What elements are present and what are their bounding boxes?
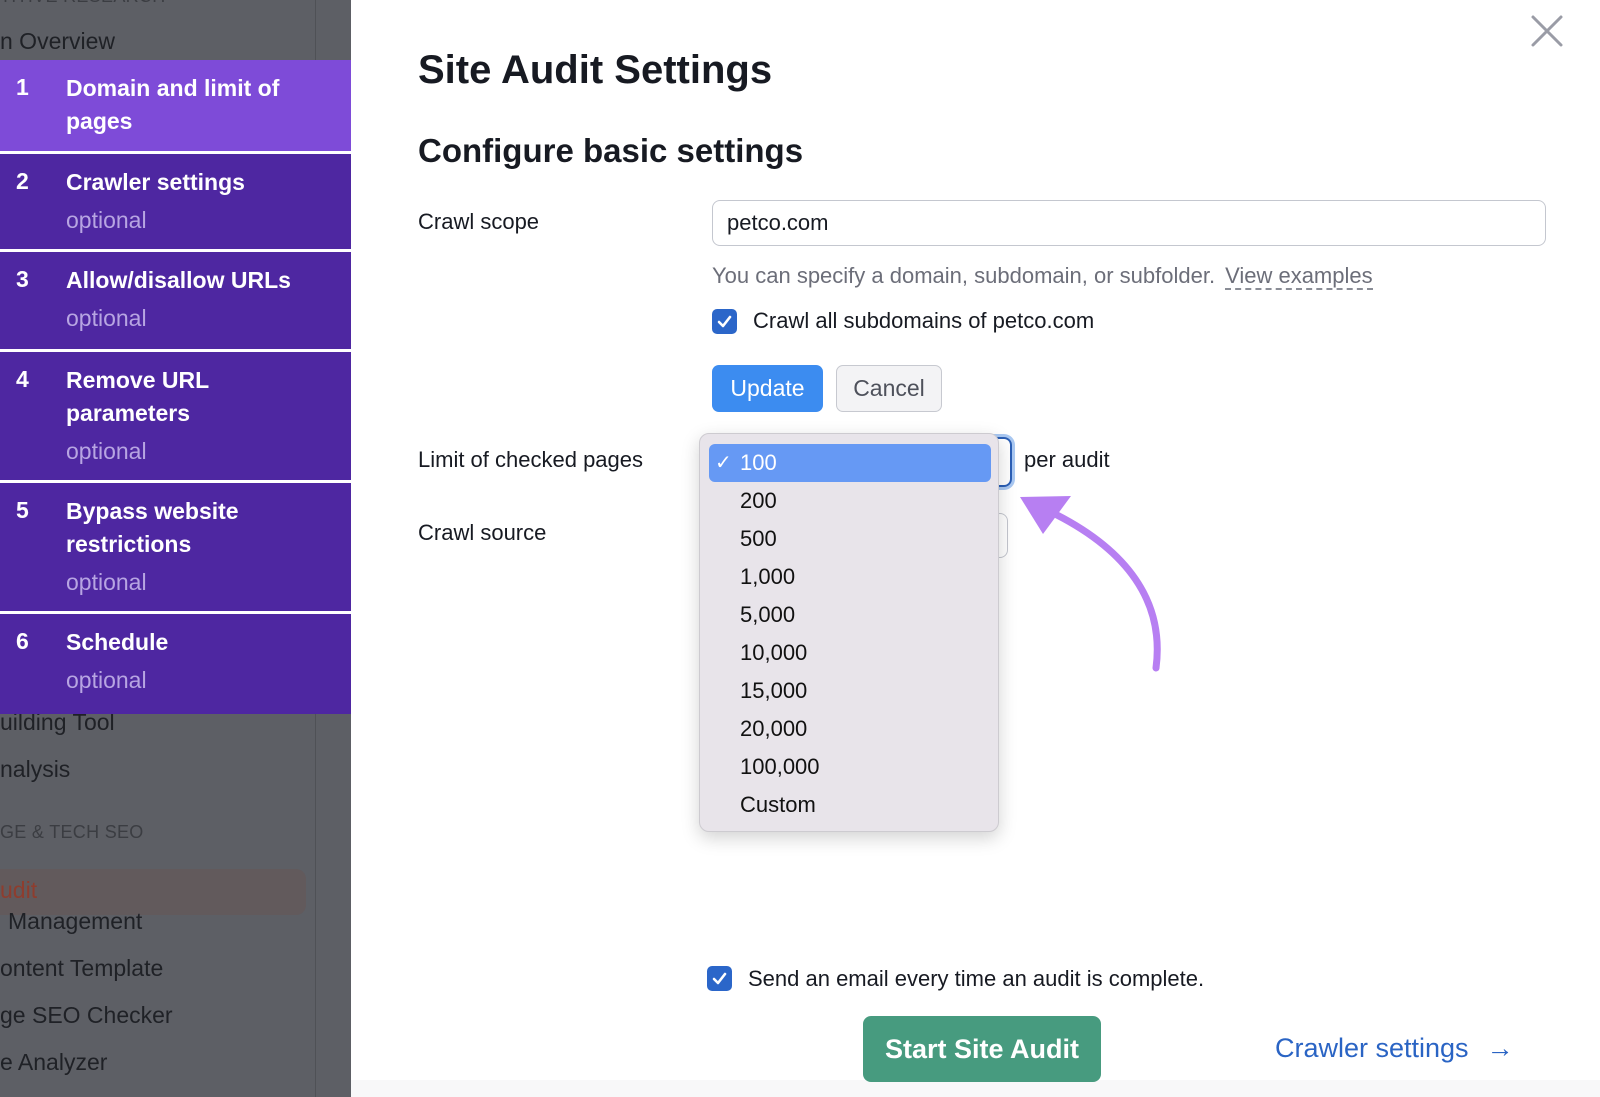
check-icon	[717, 315, 732, 328]
crawl-subdomains-label: Crawl all subdomains of petco.com	[753, 308, 1095, 333]
option-1000[interactable]: 1,000	[740, 558, 795, 596]
step-number: 3	[16, 266, 29, 292]
sidebar-item-analysis[interactable]: nalysis	[0, 756, 70, 783]
option-15000[interactable]: 15,000	[740, 672, 807, 710]
sidebar-item-analyzer[interactable]: e Analyzer	[0, 1049, 107, 1076]
checkmark-icon: ✓	[715, 452, 732, 474]
step-optional-label: optional	[66, 305, 147, 331]
close-icon[interactable]	[1530, 14, 1564, 48]
crawl-scope-input[interactable]	[712, 200, 1546, 246]
step-crawler-settings[interactable]: 2 Crawler settings optional	[0, 154, 351, 252]
crawler-settings-label: Crawler settings	[1275, 1033, 1469, 1063]
sidebar-section-tech-seo: GE & TECH SEO	[0, 822, 144, 842]
step-number: 5	[16, 497, 29, 523]
start-site-audit-button[interactable]: Start Site Audit	[863, 1016, 1101, 1082]
step-title: Bypass website restrictions	[66, 498, 239, 557]
option-500[interactable]: 500	[740, 520, 777, 558]
cancel-button[interactable]: Cancel	[836, 365, 942, 412]
email-notification-checkbox[interactable]	[707, 966, 732, 991]
option-custom[interactable]: Custom	[740, 786, 816, 824]
wizard-steps: 1 Domain and limit of pages 2 Crawler se…	[0, 60, 351, 714]
crawl-source-label: Crawl source	[418, 520, 547, 545]
limit-dropdown-menu: ✓ 100 200 500 1,000 5,000 10,000 15,000 2…	[699, 433, 999, 832]
step-remove-url-parameters[interactable]: 4 Remove URL parameters optional	[0, 352, 351, 483]
update-button[interactable]: Update	[712, 365, 823, 412]
option-100000[interactable]: 100,000	[740, 748, 820, 786]
option-10000[interactable]: 10,000	[740, 634, 807, 672]
option-5000[interactable]: 5,000	[740, 596, 795, 634]
step-optional-label: optional	[66, 438, 147, 464]
annotation-arrow-icon	[1020, 496, 1161, 672]
step-title: Remove URL parameters	[66, 367, 209, 426]
section-title: Configure basic settings	[418, 132, 804, 169]
modal-title: Site Audit Settings	[418, 48, 773, 92]
hint-text: You can specify a domain, subdomain, or …	[712, 263, 1216, 288]
modal-footer-strip	[351, 1080, 1600, 1097]
step-allow-disallow-urls[interactable]: 3 Allow/disallow URLs optional	[0, 252, 351, 352]
crawler-settings-link[interactable]: Crawler settings →	[1275, 1033, 1514, 1064]
step-title: Domain and limit of pages	[66, 75, 280, 134]
email-notification-label: Send an email every time an audit is com…	[748, 966, 1205, 991]
per-audit-label: per audit	[1024, 447, 1110, 472]
sidebar-item-management[interactable]: Management	[8, 908, 142, 935]
limit-label: Limit of checked pages	[418, 447, 644, 472]
sidebar-item-site-audit[interactable]: udit	[0, 877, 37, 904]
step-title: Crawler settings	[66, 169, 245, 195]
step-number: 4	[16, 366, 29, 392]
crawl-scope-hint: You can specify a domain, subdomain, or …	[712, 263, 1373, 290]
check-icon	[712, 972, 727, 985]
option-20000[interactable]: 20,000	[740, 710, 807, 748]
step-bypass-restrictions[interactable]: 5 Bypass website restrictions optional	[0, 483, 351, 614]
option-200[interactable]: 200	[740, 482, 777, 520]
step-title: Allow/disallow URLs	[66, 267, 291, 293]
step-number: 2	[16, 168, 29, 194]
sidebar-item-content-template[interactable]: ontent Template	[0, 955, 163, 982]
step-optional-label: optional	[66, 667, 147, 693]
sidebar-item-overview[interactable]: n Overview	[0, 28, 115, 55]
step-optional-label: optional	[66, 207, 147, 233]
sidebar-section-competitive-research: TITIVE RESEARCH	[0, 0, 166, 7]
step-schedule[interactable]: 6 Schedule optional	[0, 614, 351, 714]
arrow-right-icon: →	[1486, 1033, 1514, 1063]
step-title: Schedule	[66, 629, 169, 655]
step-optional-label: optional	[66, 569, 147, 595]
option-100[interactable]: ✓ 100	[709, 444, 991, 482]
view-examples-link[interactable]: View examples	[1225, 263, 1373, 290]
crawl-scope-label: Crawl scope	[418, 209, 540, 234]
crawl-subdomains-checkbox[interactable]	[712, 309, 737, 334]
sidebar-item-seo-checker[interactable]: ge SEO Checker	[0, 1002, 173, 1029]
step-number: 1	[16, 74, 29, 100]
step-number: 6	[16, 628, 29, 654]
step-domain-and-limit[interactable]: 1 Domain and limit of pages	[0, 60, 351, 154]
